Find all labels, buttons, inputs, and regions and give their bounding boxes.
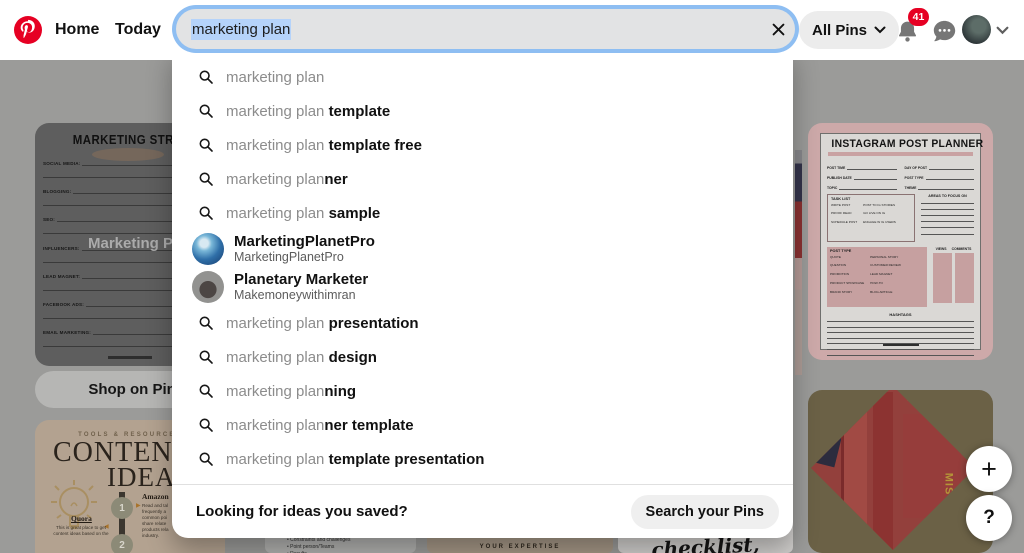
search-icon — [199, 172, 213, 186]
watermark — [108, 356, 152, 359]
search-your-pins-button[interactable]: Search your Pins — [630, 494, 779, 529]
messages-button[interactable] — [928, 15, 960, 47]
suggestion-row[interactable]: marketing plan template free — [172, 128, 793, 162]
watermark — [882, 343, 919, 346]
post-type-box: POST TYPE QUOTE QUESTION PROMOTION PRODU… — [827, 246, 927, 307]
suggestion-row[interactable]: marketing planning — [172, 374, 793, 408]
all-pins-filter-button[interactable]: All Pins — [799, 11, 900, 49]
search-suggestions-dropdown: marketing plan marketing plan template m… — [172, 48, 793, 538]
question-icon: ? — [983, 507, 995, 528]
search-icon — [199, 138, 213, 152]
focus-areas-box: AREAS TO FOCUS ON — [921, 194, 974, 242]
field-label: EMAIL MARKETING: — [43, 330, 92, 336]
nav-home-link[interactable]: Home — [55, 21, 99, 39]
profile-name: Planetary Marketer — [234, 270, 369, 288]
close-icon — [772, 23, 784, 35]
collage-text: MIS — [816, 407, 830, 424]
suggestion-row[interactable]: marketing plan presentation — [172, 306, 793, 340]
chevron-down-icon — [874, 26, 886, 34]
planner-sheet: INSTAGRAM POST PLANNER POST TIME DAY OF … — [820, 133, 984, 356]
search-icon — [199, 418, 213, 432]
hashtags-label: HASHTAGS — [889, 311, 912, 317]
collage-text: MIS — [942, 472, 955, 496]
profile-avatar — [192, 271, 224, 303]
suggestion-row[interactable]: marketing planner template — [172, 408, 793, 442]
top-nav: Home Today marketing plan All Pins 41 — [0, 0, 1024, 60]
field-label: SEO: — [43, 217, 56, 223]
search-icon — [199, 384, 213, 398]
clear-search-button[interactable] — [762, 13, 794, 45]
profile-avatar[interactable] — [962, 15, 991, 44]
profile-suggestion[interactable]: MarketingPlanetPro MarketingPlanetPro — [172, 230, 793, 268]
timeline-step-1: 1 — [111, 497, 133, 519]
suggestion-row[interactable]: marketing plan template — [172, 94, 793, 128]
suggestion-row[interactable]: marketing plan sample — [172, 196, 793, 230]
title-underline — [828, 152, 973, 156]
pin-instagram-post-planner[interactable]: INSTAGRAM POST PLANNER POST TIME DAY OF … — [808, 123, 993, 360]
task-list-box: TASK LIST WRITE POST PROOF READ SCHEDULE… — [827, 193, 915, 242]
header-fields: POST TIME DAY OF POST PUBLISH DATE POST … — [827, 160, 974, 190]
item-text-quora: This is great place to get content ideas… — [53, 525, 109, 536]
search-icon — [199, 316, 213, 330]
pin-edge-sliver — [795, 150, 802, 375]
nav-today-link[interactable]: Today — [115, 21, 161, 39]
field-label: LEAD MAGNET: — [43, 273, 81, 279]
stats-box: VIEWS COMMENTS — [933, 247, 974, 307]
create-pin-button[interactable]: + — [966, 446, 1012, 492]
search-icon — [199, 206, 213, 220]
pinterest-app: MARKETING STRATE SOCIAL MEDIA: BLOGGING:… — [0, 0, 1024, 553]
field-label: FACEBOOK ADS: — [43, 301, 84, 307]
search-icon — [199, 350, 213, 364]
lightbulb-icon — [51, 480, 97, 529]
search-input-value: marketing plan — [191, 18, 292, 40]
field-label: INFLUENCERS: — [43, 245, 80, 251]
pin-title: INSTAGRAM POST PLANNER — [831, 138, 984, 150]
search-icon — [199, 70, 213, 84]
suggestion-row[interactable]: marketing planner — [172, 162, 793, 196]
field-label: BLOGGING: — [43, 189, 72, 195]
search-icon — [199, 104, 213, 118]
item-title-quora: Quora — [71, 514, 92, 523]
arrow-right-icon: ▶ — [136, 503, 141, 509]
profile-avatar — [192, 233, 224, 265]
search-icon — [199, 452, 213, 466]
saved-ideas-prompt: Looking for ideas you saved? — [196, 503, 408, 520]
suggestion-row[interactable]: marketing plan template presentation — [172, 442, 793, 476]
notification-badge: 41 — [908, 8, 929, 26]
all-pins-label: All Pins — [812, 21, 868, 39]
profile-name: MarketingPlanetPro — [234, 232, 375, 250]
suggestion-row[interactable]: marketing plan design — [172, 340, 793, 374]
dropdown-footer: Looking for ideas you saved? Search your… — [172, 484, 793, 538]
decorative-smudge — [92, 148, 164, 161]
suggestion-row[interactable]: marketing plan — [172, 60, 793, 94]
plus-icon: + — [981, 453, 997, 484]
field-label: SOCIAL MEDIA: — [43, 161, 81, 166]
collage-diamond: MIS MIS MIS — [810, 390, 976, 551]
collage-text: MIS — [907, 392, 930, 404]
pinterest-logo[interactable] — [14, 16, 42, 44]
item-title-amazon: Amazon — [142, 492, 169, 501]
profile-suggestion[interactable]: Planetary Marketer Makemoneywithimran — [172, 268, 793, 306]
chevron-down-icon — [996, 26, 1008, 34]
notifications-button[interactable]: 41 — [891, 8, 929, 47]
search-input[interactable]: marketing plan — [176, 9, 795, 49]
help-button[interactable]: ? — [966, 495, 1012, 541]
account-menu-button[interactable] — [992, 21, 1012, 39]
profile-handle: Makemoneywithimran — [234, 288, 356, 303]
chat-icon — [933, 20, 955, 41]
profile-handle: MarketingPlanetPro — [234, 250, 344, 265]
